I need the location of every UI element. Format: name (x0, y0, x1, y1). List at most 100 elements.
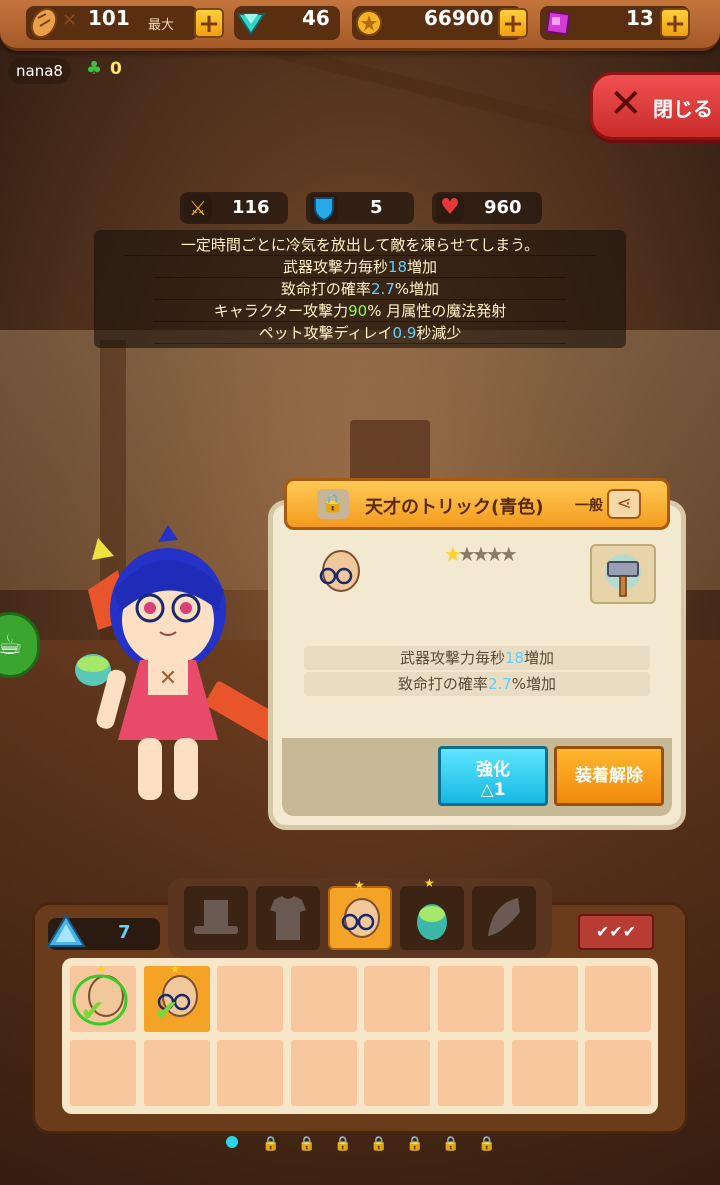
gem-value: 46 (302, 6, 330, 30)
page-lock-icon[interactable]: 🔒 (262, 1136, 279, 1152)
description-line: 一定時間ごとに冷気を放出して敵を凍らせてしまう。 (124, 234, 596, 256)
description-line: ペット攻撃ディレイ0.9秒減少 (154, 322, 566, 344)
select-all-button[interactable]: ✔✔✔ (578, 914, 654, 950)
page-dot-active[interactable] (226, 1136, 238, 1148)
player-name: nana8 (8, 58, 71, 84)
inventory-slot[interactable] (438, 966, 504, 1032)
inventory-slot[interactable] (585, 1040, 652, 1106)
category-tabs: ★ ★ (168, 876, 552, 958)
page-lock-icon[interactable]: 🔒 (298, 1136, 315, 1152)
shirt-icon (270, 896, 306, 940)
star-filled-icon: ★ (444, 542, 462, 566)
inventory-slot[interactable]: ★ ✔ (143, 962, 210, 1032)
star-icon: ★ (424, 876, 435, 890)
clover-count: 0 (110, 59, 122, 79)
crystal-balance: 7 (46, 914, 160, 950)
description-line: 致命打の確率2.7%増加 (154, 278, 566, 300)
inventory-slot[interactable] (217, 966, 284, 1032)
hammer-icon (605, 554, 641, 597)
page-indicator: 🔒 🔒 🔒 🔒 🔒 🔒 🔒 (226, 1136, 506, 1156)
clover-icon: ♣ (86, 58, 103, 79)
gold-coin-icon (356, 10, 382, 36)
shield-icon (310, 194, 338, 222)
add-gold-button[interactable]: + (498, 8, 528, 38)
hp-stat: ♥ 960 (432, 192, 542, 224)
item-star-rating: ★★★★★ (444, 542, 518, 566)
inventory-slot[interactable] (511, 966, 578, 1032)
hp-value: 960 (484, 197, 522, 218)
inventory-slot[interactable] (438, 1040, 504, 1106)
item-title: 天才のトリック(青色) (365, 497, 544, 518)
inventory-slot[interactable] (364, 1040, 431, 1106)
star-icon: ★ (96, 962, 107, 976)
page-lock-icon[interactable]: 🔒 (478, 1136, 495, 1152)
unequip-button[interactable]: 装着解除 (554, 746, 664, 806)
item-description: 一定時間ごとに冷気を放出して敵を凍らせてしまう。 武器攻撃力毎秒18増加 致命打… (94, 230, 626, 348)
add-bread-button[interactable]: + (194, 8, 224, 38)
add-crystal-button[interactable]: + (660, 8, 690, 38)
inventory-slot[interactable] (143, 1040, 210, 1106)
inventory-slot[interactable] (364, 966, 431, 1032)
svg-text:✕: ✕ (159, 666, 177, 691)
inventory-slot[interactable] (511, 1040, 578, 1106)
star-icon: ★ (354, 878, 365, 892)
player-character: ✕ (75, 525, 286, 800)
equipped-check-icon: ✔ (153, 994, 179, 1029)
tab-glasses[interactable]: ★ (328, 878, 392, 950)
bread-value: 101 (88, 6, 130, 30)
glasses-icon (341, 898, 380, 938)
multiply-icon: ✕ (62, 10, 78, 31)
lock-icon[interactable]: 🔒 (317, 489, 349, 519)
share-icon[interactable]: ⋖ (607, 489, 641, 519)
heart-icon: ♥ (436, 194, 464, 222)
description-line: キャラクター攻撃力90% 月属性の魔法発射 (154, 300, 566, 322)
crystal-value: 13 (626, 6, 654, 30)
description-line: 武器攻撃力毎秒18増加 (154, 256, 566, 278)
resource-bar: ✕ 101 最大 + 46 66900 + 13 + (0, 0, 720, 51)
inventory-slot[interactable] (70, 1040, 136, 1106)
defense-stat: 5 (306, 192, 414, 224)
inventory-slot[interactable] (585, 966, 652, 1032)
inventory-slot[interactable] (217, 1040, 284, 1106)
attack-value: 116 (232, 197, 270, 218)
gem-icon (236, 13, 266, 36)
close-button[interactable]: ✕ 閉じる (590, 72, 720, 140)
tab-hat[interactable] (184, 886, 248, 950)
hat-icon (194, 900, 238, 934)
effect-row: 致命打の確率2.7%増加 (304, 672, 650, 696)
sword-icon: ⚔ (184, 194, 212, 222)
page-lock-icon[interactable]: 🔒 (334, 1136, 351, 1152)
page-lock-icon[interactable]: 🔒 (370, 1136, 387, 1152)
enhance-cost: 1 (493, 780, 506, 800)
hammer-slot[interactable] (590, 544, 656, 604)
enhance-label: 強化 (476, 760, 510, 780)
attack-stat: ⚔ 116 (180, 192, 288, 224)
triangle-icon: △ (480, 780, 494, 800)
egg-icon (417, 904, 447, 940)
item-header: 🔒 天才のトリック(青色) 一般 ⋖ (284, 478, 670, 530)
crystal-balance-value: 7 (118, 922, 131, 943)
bread-icon (30, 7, 58, 39)
inventory-slot[interactable]: ★ ✔ (70, 962, 136, 1032)
tab-clothes[interactable] (256, 886, 320, 950)
enhance-button[interactable]: 強化 △1 (438, 746, 548, 806)
page-lock-icon[interactable]: 🔒 (406, 1136, 423, 1152)
close-icon: ✕ (609, 81, 643, 127)
item-grade: 一般 (575, 498, 603, 514)
glasses-item-icon (319, 550, 360, 592)
tab-wing[interactable] (472, 886, 536, 950)
inventory-slot[interactable] (290, 966, 357, 1032)
page-lock-icon[interactable]: 🔒 (442, 1136, 459, 1152)
close-label: 閉じる (653, 97, 713, 121)
tab-pet[interactable]: ★ (400, 876, 464, 950)
wing-icon (488, 898, 520, 936)
blue-crystal-icon (46, 914, 86, 947)
star-icon: ★ (169, 962, 181, 976)
purple-crystal-icon (545, 10, 571, 36)
effect-row: 武器攻撃力毎秒18増加 (304, 646, 650, 670)
bread-max-label: 最大 (148, 18, 175, 33)
inventory-slot[interactable] (290, 1040, 357, 1106)
gold-value: 66900 (424, 6, 494, 30)
equipped-check-icon: ✔ (80, 994, 106, 1029)
star-empty-icon: ★★★★ (457, 542, 518, 566)
